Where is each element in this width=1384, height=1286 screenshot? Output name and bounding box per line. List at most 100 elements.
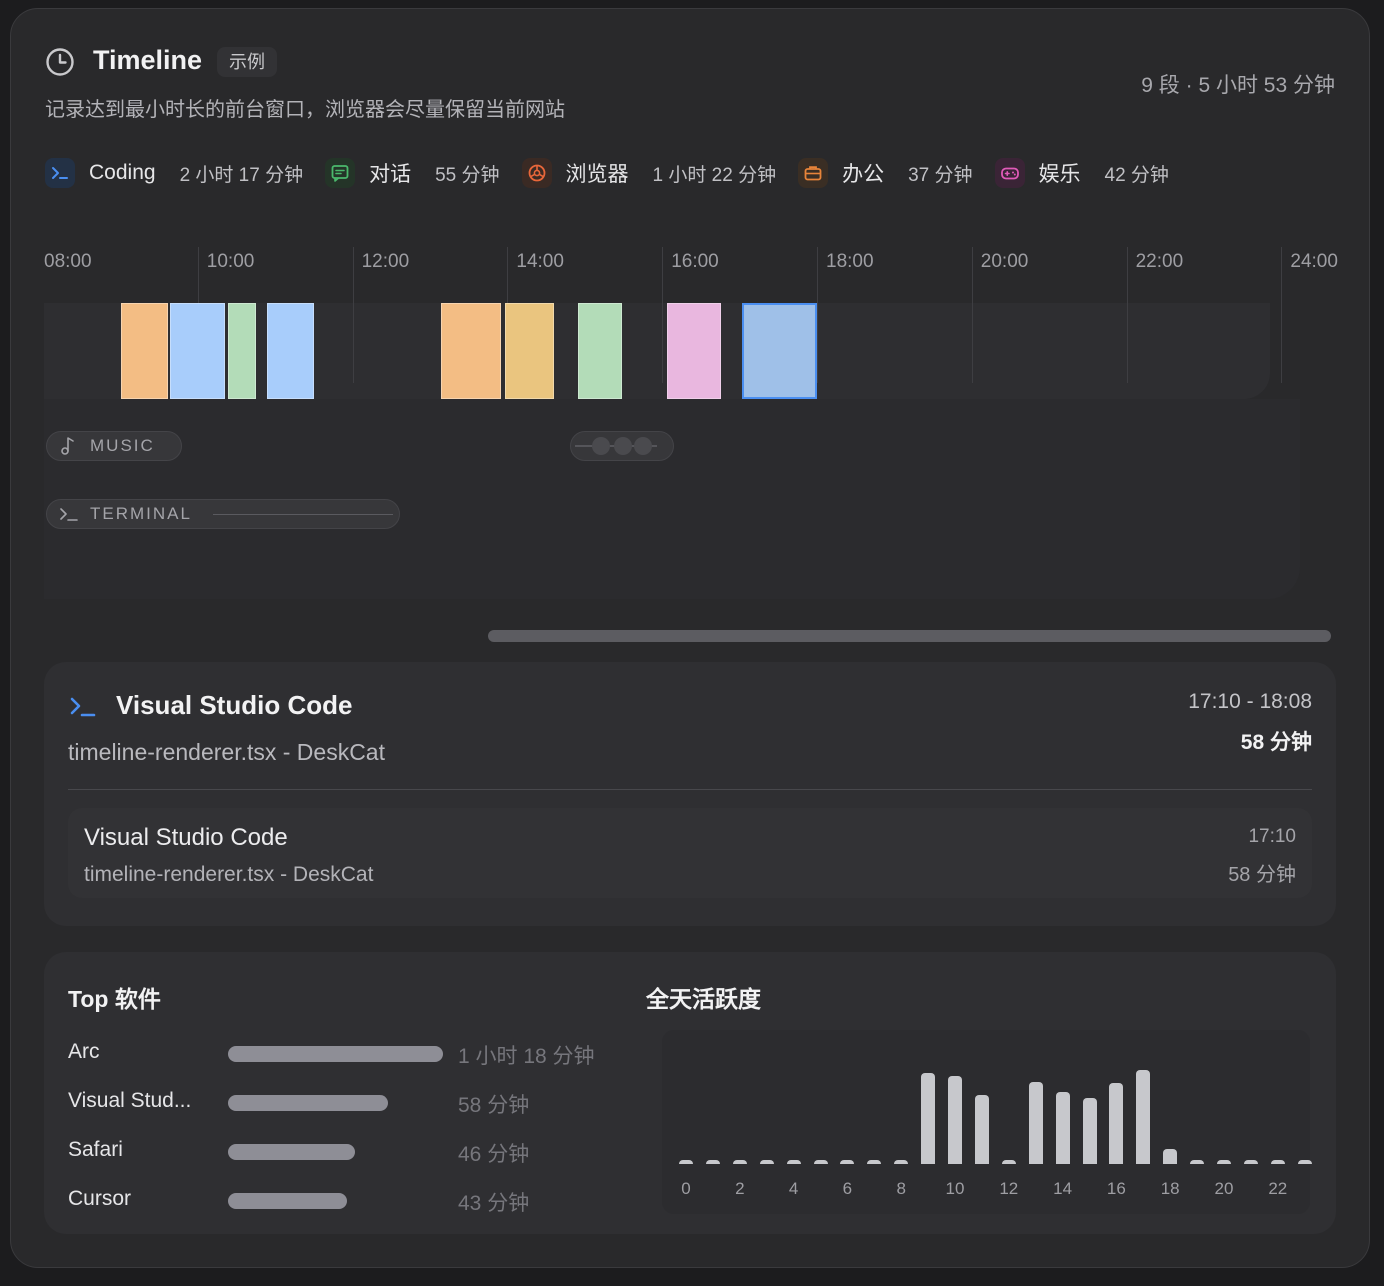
timeline-segment[interactable] [267,303,314,399]
category-browser[interactable]: 浏览器 1 小时 22 分钟 [521,156,777,190]
app-duration: 43 分钟 [458,1192,530,1215]
timeline-segment[interactable] [667,303,722,399]
category-name: 办公 [842,163,885,186]
music-segment-group[interactable] [570,431,674,461]
activity-tick-label: 10 [945,1179,965,1198]
activity-bar [1243,1160,1258,1164]
category-office[interactable]: 办公 37 分钟 [798,156,973,190]
app-usage-bar [228,1144,355,1160]
item-start-time: 17:10 [1248,826,1296,847]
category-name: 对话 [369,163,412,186]
timeline-segment[interactable] [578,303,622,399]
hour-label: 08:00 [44,251,92,272]
category-chat[interactable]: 对话 55 分钟 [325,156,500,190]
detail-duration: 58 分钟 [1240,731,1312,754]
hour-gridline [817,247,818,383]
timeline-lanes-panel: MUSIC TERMINAL [44,399,1300,599]
activity-bar [1217,1160,1231,1164]
activity-tick-label: 20 [1214,1179,1234,1198]
app-name: Cursor [68,1187,132,1210]
activity-tick-label: 6 [842,1179,853,1198]
app-usage-bar [228,1193,347,1209]
activity-bar [679,1160,693,1164]
category-coding[interactable]: Coding 2 小时 17 分钟 [45,156,303,190]
activity-bar [894,1160,909,1164]
app-usage-bar [228,1046,443,1062]
timeline-segment[interactable] [170,303,225,399]
activity-bar [813,1160,828,1164]
terminal-icon [45,158,75,188]
timeline-segment[interactable] [228,303,256,399]
activity-bar [759,1160,774,1164]
hour-label: 10:00 [206,251,255,272]
activity-bar [948,1075,962,1164]
gamepad-icon [994,158,1025,188]
hour-label: 16:00 [671,251,719,272]
app-duration: 1 小时 18 分钟 [458,1045,595,1068]
top-app-row[interactable]: Cursor 43 分钟 [68,1185,628,1215]
divider [68,789,1312,790]
category-duration: 1 小时 22 分钟 [652,164,777,186]
hour-label: 24:00 [1290,251,1338,272]
hour-gridline [662,247,664,383]
activity-bar [840,1160,855,1164]
activity-bar [1270,1160,1285,1164]
activity-bar [786,1160,801,1164]
activity-tick-label: 2 [735,1179,745,1198]
timeline-segment[interactable] [121,303,168,399]
timeline-segment[interactable] [741,303,817,399]
app-name: Visual Stud... [68,1089,192,1112]
item-duration: 58 分钟 [1228,864,1296,886]
activity-bar [1190,1160,1205,1164]
timeline-chart: MUSIC TERMINAL 08:00 10:00 12:00 14:00 1… [44,241,1338,642]
hour-label: 14:00 [516,251,564,272]
lane-label: TERMINAL [90,504,192,523]
summary-text: 9 段 · 5 小时 53 分钟 [1141,74,1335,97]
chat-icon [325,158,356,188]
category-duration: 55 分钟 [435,164,500,186]
music-note-icon [61,437,74,455]
browser-icon [521,158,552,188]
page-subtitle: 记录达到最小时长的前台窗口，浏览器会尽量保留当前网站 [45,99,565,121]
timeline-segment[interactable] [441,303,501,399]
timeline-hour-axis: 08:00 10:00 12:00 14:00 16:00 18:00 20:00 22:00… [44,241,1338,383]
activity-tick-label: 16 [1106,1179,1126,1198]
activity-tick-label: 22 [1268,1179,1288,1198]
category-name: Coding [89,161,156,184]
top-app-row[interactable]: Safari 46 分钟 [68,1136,628,1166]
activity-bar [974,1095,989,1164]
lane-terminal: TERMINAL [58,498,192,530]
hour-label: 18:00 [826,251,874,272]
hour-label: 20:00 [980,251,1029,272]
item-app-name: Visual Studio Code [84,824,288,851]
app-usage-bar [228,1095,388,1111]
activity-bar [1297,1160,1312,1164]
activity-bar [705,1160,720,1164]
timeline-scrollbar[interactable] [488,630,1331,642]
app-name: Safari [68,1138,123,1161]
item-window-title: timeline-renderer.tsx - DeskCat [84,863,374,886]
activity-tick-label: 8 [896,1179,906,1198]
activity-bar [921,1072,936,1164]
category-entertainment[interactable]: 娱乐 42 分钟 [994,156,1169,190]
terminal-icon [70,697,96,717]
detail-list-item[interactable]: Visual Studio Code timeline-renderer.tsx… [68,808,1312,898]
activity-tick-label: 4 [788,1179,799,1198]
top-app-row[interactable]: Arc 1 小时 18 分钟 [68,1038,628,1068]
activity-bar [1136,1070,1151,1164]
lane-label: MUSIC [90,436,155,455]
activity-bar [1082,1098,1097,1164]
hour-gridline [1281,247,1283,383]
stats-panel: Top 软件 Arc 1 小时 18 分钟 Visual Stud... 58 分钟 S… [44,952,1336,1234]
category-duration: 42 分钟 [1104,164,1169,186]
activity-bar [732,1160,747,1164]
detail-app-name: Visual Studio Code [116,690,353,720]
activity-bar [1109,1083,1124,1164]
activity-title: 全天活跃度 [646,986,761,1012]
category-name: 娱乐 [1038,163,1081,186]
hour-gridline [971,247,973,383]
page-title: Timeline [93,45,203,75]
timeline-segment[interactable] [504,303,554,399]
activity-bar [1163,1148,1178,1164]
top-app-row[interactable]: Visual Stud... 58 分钟 [68,1087,628,1117]
